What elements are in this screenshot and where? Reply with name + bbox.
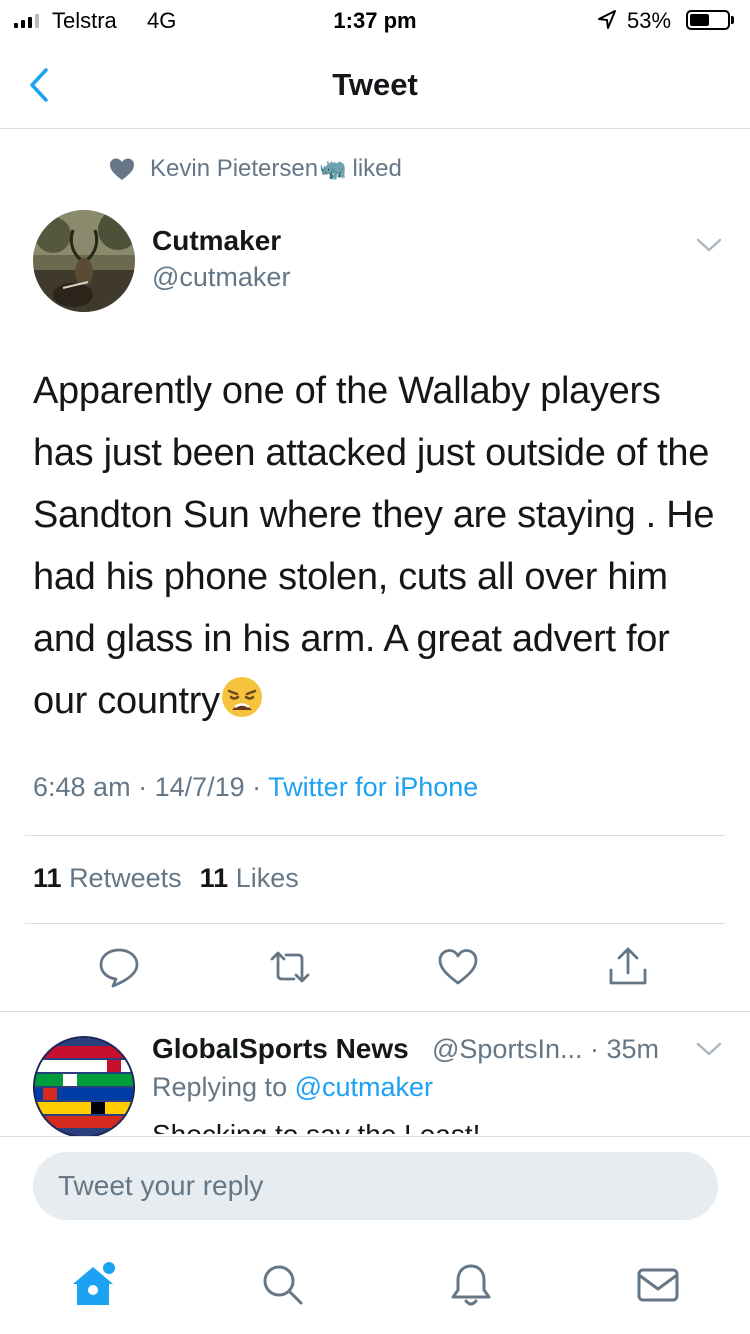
author-name[interactable]: Cutmaker (152, 225, 281, 257)
meta-separator: · (244, 772, 269, 802)
notifications-icon[interactable] (446, 1260, 496, 1310)
tweet-text-body: Apparently one of the Wallaby players ha… (33, 370, 715, 722)
reply-icon[interactable] (97, 945, 141, 989)
retweet-icon[interactable] (268, 945, 312, 989)
meta-separator: · (130, 772, 155, 802)
reply-input[interactable]: Tweet your reply (33, 1152, 718, 1220)
divider (0, 1136, 750, 1137)
chevron-down-icon[interactable] (694, 236, 724, 254)
reply-text-container: Shocking to say the Least! (152, 1118, 672, 1134)
reply-author-name[interactable]: GlobalSports News (152, 1033, 409, 1065)
status-bar: Telstra 4G 1:37 pm 53% (0, 0, 750, 40)
heart-icon (110, 158, 134, 180)
tweet-time: 6:48 am (33, 772, 131, 802)
divider (25, 923, 725, 924)
messages-icon[interactable] (633, 1260, 683, 1310)
social-context: Kevin Pietersen 🦏 liked (108, 154, 402, 184)
tweet-actions (0, 945, 750, 990)
liker-name[interactable]: Kevin Pietersen (150, 155, 318, 183)
weary-face-emoji (221, 677, 262, 717)
tweet-text: Apparently one of the Wallaby players ha… (33, 360, 723, 732)
nav-bar: Tweet (0, 40, 750, 129)
retweet-count: 11 (33, 863, 62, 893)
like-label: Likes (235, 863, 299, 893)
location-arrow-icon (598, 10, 616, 29)
page-title: Tweet (332, 67, 418, 102)
tweet-source[interactable]: Twitter for iPhone (268, 772, 478, 802)
retweets-stat[interactable]: 11 Retweets (33, 863, 182, 894)
tweet-date: 14/7/19 (154, 772, 245, 802)
search-icon[interactable] (258, 1260, 308, 1310)
reply-author-avatar[interactable] (33, 1036, 135, 1138)
share-icon[interactable] (606, 945, 650, 989)
like-icon[interactable] (436, 945, 480, 989)
tweet-stats: 11 Retweets 11 Likes (33, 863, 299, 894)
reply-author-handle[interactable]: @SportsIn... · 35m (432, 1034, 659, 1065)
battery-cap (731, 16, 734, 24)
liked-label: liked (352, 155, 402, 182)
battery-percent: 53% (627, 8, 672, 33)
divider (25, 835, 725, 836)
likes-stat[interactable]: 11 Likes (200, 863, 299, 894)
reply-mention[interactable]: @cutmaker (295, 1072, 433, 1102)
divider (0, 1011, 750, 1012)
home-icon[interactable] (68, 1260, 118, 1310)
replying-prefix: Replying to (152, 1072, 295, 1102)
rhino-emoji: 🦏 (319, 156, 347, 181)
author-avatar[interactable] (33, 210, 135, 312)
retweet-label: Retweets (69, 863, 182, 893)
tab-bar (0, 1250, 750, 1334)
tweet-meta: 6:48 am · 14/7/19 · Twitter for iPhone (33, 772, 478, 803)
reply-text: Shocking to say the Least! (152, 1118, 672, 1134)
battery-icon (686, 10, 730, 30)
author-handle[interactable]: @cutmaker (152, 262, 290, 293)
replying-to: Replying to @cutmaker (152, 1072, 433, 1103)
like-count: 11 (199, 863, 229, 893)
chevron-down-icon[interactable] (694, 1040, 724, 1058)
